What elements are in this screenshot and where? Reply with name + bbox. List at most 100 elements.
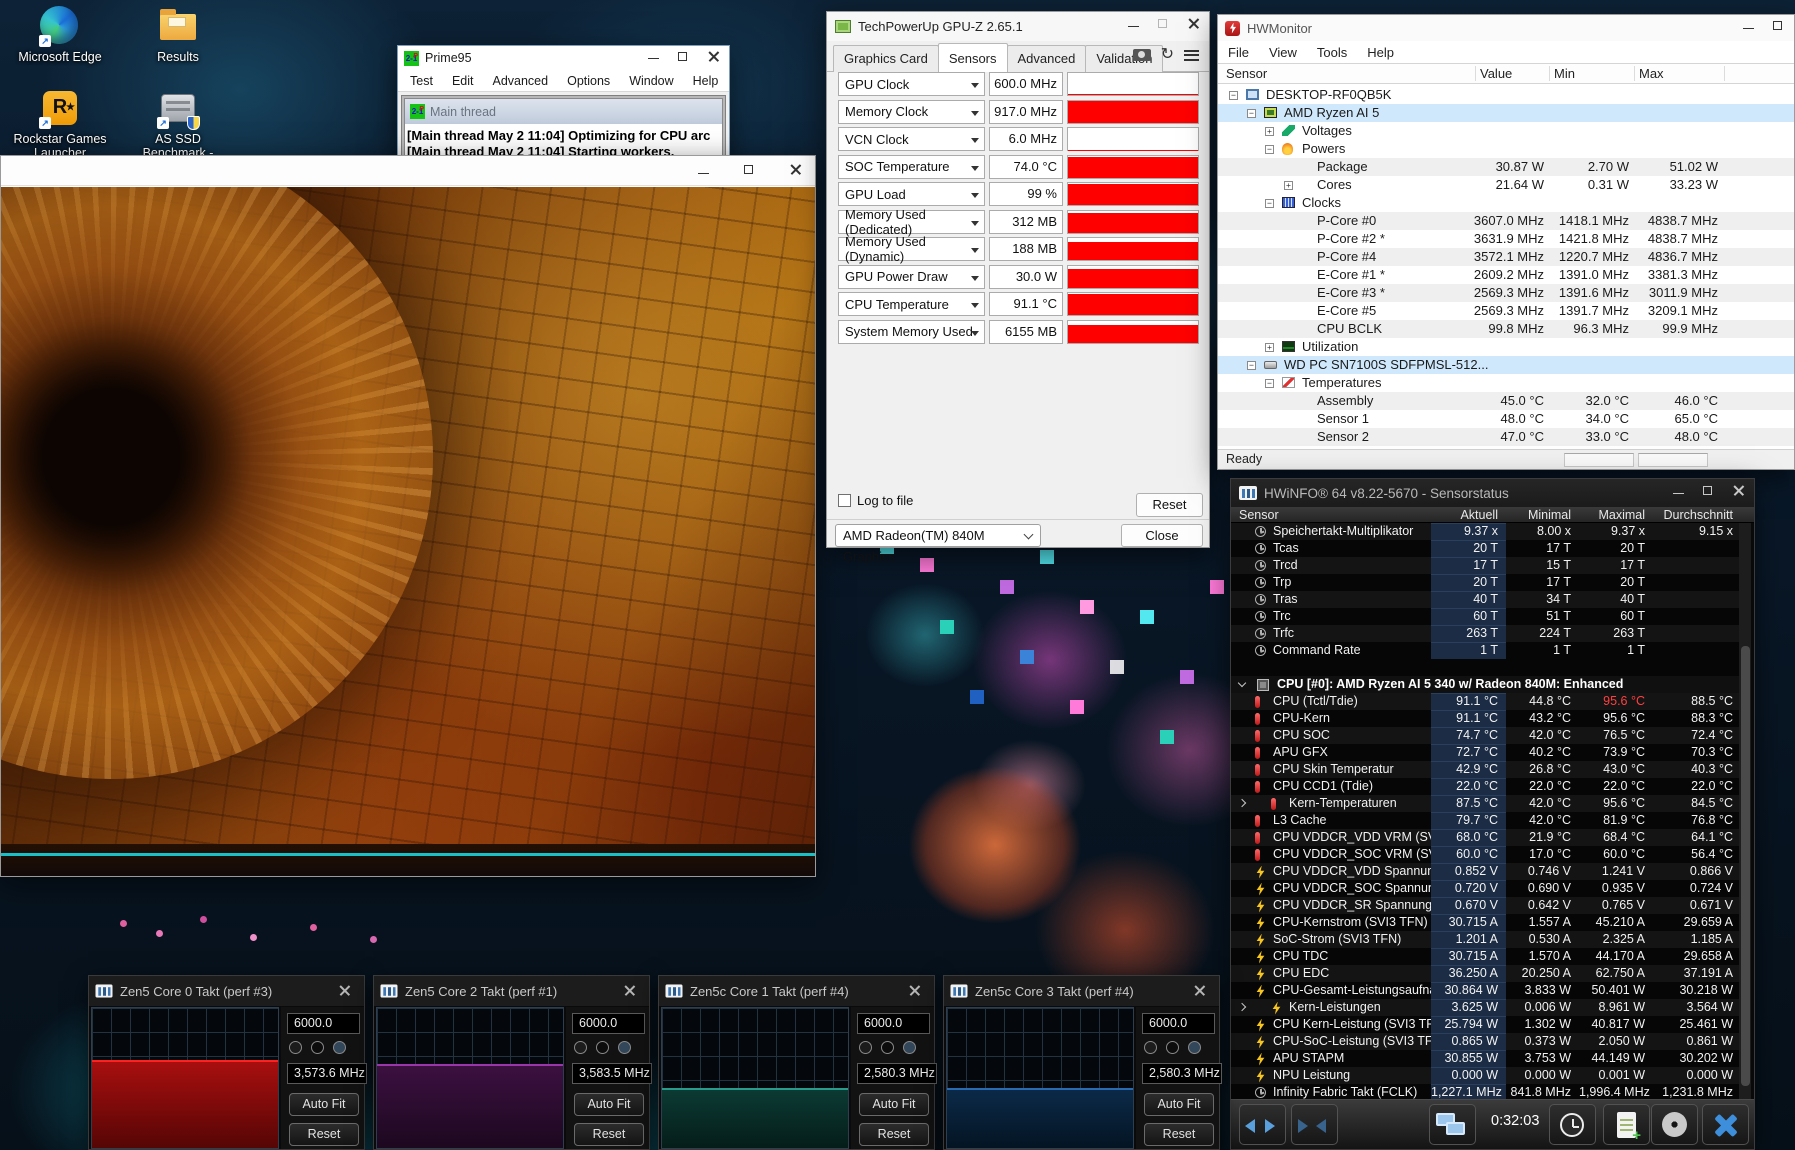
sensor-name-dropdown[interactable]: SOC Temperature [838, 154, 985, 179]
sensor-row-cpu-edc[interactable]: CPU EDC 36.250 A 20.250 A 62.750 A 37.191 A [1231, 965, 1741, 982]
desktop-icon-rockstar[interactable]: R ★ ↗ Rockstar Games Launcher [8, 88, 112, 161]
clock-button[interactable] [1549, 1104, 1596, 1145]
hwmonitor-titlebar[interactable]: HWMonitor [1218, 15, 1794, 41]
tree-expand-toggle[interactable]: − [1247, 360, 1256, 370]
scale-max-field[interactable]: 6000.0 [857, 1013, 930, 1034]
sensor-row-command-rate[interactable]: Command Rate 1 T 1 T 1 T [1231, 642, 1741, 659]
option-circle[interactable] [289, 1041, 302, 1054]
menu-help[interactable]: Help [1367, 45, 1394, 60]
sensor-row-cpu-vddcr-vdd-vrm-svi3-tfn-[interactable]: CPU VDDCR_VDD VRM (SVI3 TFN)68.0 °C 21.9 … [1231, 829, 1741, 846]
core-window-titlebar[interactable]: Zen5c Core 1 Takt (perf #4) [659, 976, 934, 1006]
sensor-row-cpu-skin-temperatur[interactable]: CPU Skin Temperatur 42.9 °C 26.8 °C 43.0 °C… [1231, 761, 1741, 778]
scrollbar-thumb[interactable] [1740, 646, 1750, 1086]
sensor-name-dropdown[interactable]: Memory Used (Dynamic) [838, 234, 985, 264]
auto-fit-button[interactable]: Auto Fit [574, 1093, 644, 1116]
close-button[interactable] [1185, 976, 1215, 1006]
column-header[interactable]: Sensor [1226, 66, 1267, 81]
tree-row-p-core-2-[interactable]: P-Core #2 * 3631.9 MHz 1421.8 MHz 4838.7 MH… [1218, 230, 1794, 248]
graph-option-toggles[interactable] [1144, 1041, 1201, 1054]
gpu-select-dropdown[interactable]: AMD Radeon(TM) 840M Graphics [835, 524, 1041, 564]
sensor-name-dropdown[interactable]: Memory Used (Dedicated) [838, 207, 985, 237]
tree-row-sensor-1[interactable]: Sensor 1 48.0 °C 34.0 °C 65.0 °C [1218, 410, 1794, 428]
graph-option-toggles[interactable] [574, 1041, 631, 1054]
menu-file[interactable]: File [1228, 45, 1249, 60]
close-button[interactable] [699, 45, 729, 69]
scale-max-field[interactable]: 6000.0 [572, 1013, 645, 1034]
graph-option-toggles[interactable] [859, 1041, 916, 1054]
auto-fit-button[interactable]: Auto Fit [289, 1093, 359, 1116]
monitors-button[interactable] [1429, 1104, 1476, 1145]
tab-advanced[interactable]: Advanced [1006, 45, 1087, 72]
tree-expand-toggle[interactable]: − [1247, 108, 1256, 118]
menu-edit[interactable]: Edit [452, 74, 474, 88]
sensor-row-cpu-tctl-tdie-[interactable]: CPU (Tctl/Tdie) 91.1 °C 44.8 °C 95.6 °C 88.5… [1231, 693, 1741, 710]
option-circle[interactable] [333, 1041, 346, 1054]
scale-max-field[interactable]: 6000.0 [1142, 1013, 1215, 1034]
menu-tools[interactable]: Tools [1317, 45, 1347, 60]
tree-row-p-core-4[interactable]: P-Core #4 3572.1 MHz 1220.7 MHz 4836.7 MHz [1218, 248, 1794, 266]
sensor-row-soc-strom-svi3-tfn-[interactable]: SoC-Strom (SVI3 TFN) 1.201 A 0.530 A 2.325 … [1231, 931, 1741, 948]
sensor-row-cpu-soc[interactable]: CPU SOC 74.7 °C 42.0 °C 76.5 °C 72.4 °C [1231, 727, 1741, 744]
sensor-name-dropdown[interactable]: GPU Power Draw [838, 264, 985, 289]
tree-row-voltages[interactable]: + Voltages [1218, 122, 1794, 140]
sensor-name-dropdown[interactable]: CPU Temperature [838, 292, 985, 316]
sensor-row-apu-stapm[interactable]: APU STAPM 30.855 W 3.753 W 44.149 W 30.202 W [1231, 1050, 1741, 1067]
tree-expand-toggle[interactable]: + [1265, 126, 1274, 136]
tree-row-p-core-0[interactable]: P-Core #0 3607.0 MHz 1418.1 MHz 4838.7 MHz [1218, 212, 1794, 230]
tab-graphics-card[interactable]: Graphics Card [833, 45, 939, 72]
hwinfo-titlebar[interactable]: HWiNFO® 64 v8.22-5670 - Sensorstatus [1231, 479, 1754, 507]
settings-gear-button[interactable] [1651, 1104, 1698, 1145]
sensor-row-cpu-tdc[interactable]: CPU TDC 30.715 A 1.570 A 44.170 A 29.658 A [1231, 948, 1741, 965]
navigate-arrows-button[interactable] [1239, 1104, 1286, 1145]
close-button[interactable] [900, 976, 930, 1006]
sensor-row-tras[interactable]: Tras 40 T 34 T 40 T [1231, 591, 1741, 608]
scale-max-field[interactable]: 6000.0 [287, 1013, 360, 1034]
tree-expand-toggle[interactable]: + [1265, 342, 1274, 352]
option-circle[interactable] [881, 1041, 894, 1054]
maximize-button[interactable] [1764, 14, 1794, 40]
prime95-titlebar[interactable]: 2-1 P Prime95 [398, 46, 729, 70]
minimize-button[interactable] [1734, 14, 1764, 40]
menu-test[interactable]: Test [410, 74, 433, 88]
close-button[interactable] [330, 976, 360, 1006]
desktop-icon-results[interactable]: Results [126, 6, 230, 64]
minimize-button[interactable] [689, 156, 719, 186]
close-x-button[interactable] [1702, 1104, 1749, 1145]
maximize-button[interactable] [1694, 478, 1724, 506]
desktop-icon-edge[interactable]: ↗ Microsoft Edge [8, 6, 112, 64]
sensor-name-dropdown[interactable]: VCN Clock [838, 127, 985, 151]
sensor-row-kern-temperaturen[interactable]: Kern-Temperaturen 87.5 °C 42.0 °C 95.6 °C 84… [1231, 795, 1741, 812]
sensor-row-cpu-vddcr-sr-spannung-svi3-[interactable]: CPU VDDCR_SR Spannung (SVI3 ...0.670 V 0.… [1231, 897, 1741, 914]
close-button[interactable] [781, 156, 811, 186]
sensor-name-dropdown[interactable]: System Memory Used [838, 319, 985, 344]
refresh-icon[interactable]: ↻ [1161, 47, 1174, 63]
tree-expand-toggle[interactable]: + [1284, 180, 1293, 190]
tree-row-e-core-1-[interactable]: E-Core #1 * 2609.2 MHz 1391.0 MHz 3381.3 MH… [1218, 266, 1794, 284]
auto-fit-button[interactable]: Auto Fit [1144, 1093, 1214, 1116]
log-to-file-option[interactable]: Log to file [838, 493, 913, 508]
chevron-right-icon[interactable] [1237, 1002, 1247, 1012]
core-window-titlebar[interactable]: Zen5 Core 2 Takt (perf #1) [374, 976, 649, 1006]
tree-row-powers[interactable]: − Powers [1218, 140, 1794, 158]
sensor-name-dropdown[interactable]: GPU Load [838, 182, 985, 206]
minimize-button[interactable] [639, 45, 669, 69]
sensor-row-l3-cache[interactable]: L3 Cache 79.7 °C 42.0 °C 81.9 °C 76.8 °C [1231, 812, 1741, 829]
option-circle[interactable] [596, 1041, 609, 1054]
cpu-section-header[interactable]: CPU [#0]: AMD Ryzen AI 5 340 w/ Radeon 8… [1231, 676, 1741, 693]
report-button[interactable] [1603, 1104, 1650, 1145]
maximize-button[interactable] [669, 45, 699, 69]
close-button[interactable] [615, 976, 645, 1006]
core-window-titlebar[interactable]: Zen5c Core 3 Takt (perf #4) [944, 976, 1219, 1006]
minimize-button[interactable] [1119, 11, 1149, 40]
tree-row-package[interactable]: Package 30.87 W 2.70 W 51.02 W [1218, 158, 1794, 176]
menu-window[interactable]: Window [629, 74, 673, 88]
tree-expand-toggle[interactable]: − [1229, 90, 1238, 100]
column-header[interactable]: Maximal [1579, 507, 1645, 523]
column-header[interactable]: Minimal [1506, 507, 1571, 523]
tree-row-wd-pc-sn7100s-sdfpmsl-512-[interactable]: − WD PC SN7100S SDFPMSL-512... [1218, 356, 1794, 374]
sensor-row-kern-leistungen[interactable]: Kern-Leistungen 3.625 W 0.006 W 8.961 W 3.56… [1231, 999, 1741, 1016]
minimize-button[interactable] [1664, 478, 1694, 506]
sensor-row-cpu-vddcr-vdd-spannung-svi-[interactable]: CPU VDDCR_VDD Spannung (SVI...0.852 V 0.7… [1231, 863, 1741, 880]
gpuz-titlebar[interactable]: TechPowerUp GPU-Z 2.65.1 [827, 12, 1209, 41]
sensor-row-apu-gfx[interactable]: APU GFX 72.7 °C 40.2 °C 73.9 °C 70.3 °C [1231, 744, 1741, 761]
